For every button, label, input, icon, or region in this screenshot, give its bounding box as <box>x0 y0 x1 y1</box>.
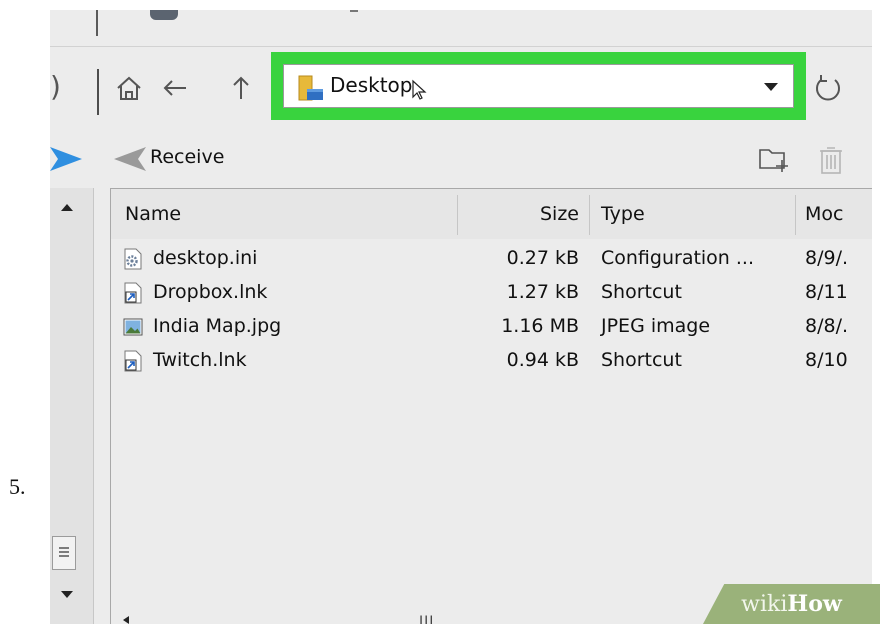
toolbar-separator <box>97 69 99 115</box>
shortcut-icon <box>124 350 142 372</box>
file-name: desktop.ini <box>153 247 258 269</box>
column-name[interactable]: Name <box>125 203 181 225</box>
file-type: Shortcut <box>601 281 682 303</box>
file-size: 0.27 kB <box>506 247 579 269</box>
file-modified: 8/10 <box>805 349 848 371</box>
file-type: JPEG image <box>601 315 711 337</box>
address-value: Desktop <box>330 73 413 97</box>
column-divider[interactable] <box>457 195 458 235</box>
partial-button[interactable]: ) <box>50 73 61 101</box>
file-size: 1.27 kB <box>506 281 579 303</box>
column-modified[interactable]: Moc <box>805 203 843 225</box>
file-size: 0.94 kB <box>506 349 579 371</box>
scrollbar-thumb[interactable] <box>52 536 76 570</box>
home-button[interactable] <box>110 65 148 111</box>
receive-arrow-icon[interactable] <box>112 144 146 174</box>
column-type[interactable]: Type <box>601 203 645 225</box>
address-field[interactable]: Desktop <box>283 64 794 108</box>
folder-tree-panel <box>50 188 94 624</box>
file-type: Configuration ... <box>601 247 755 269</box>
scroll-up-icon[interactable] <box>60 202 74 212</box>
refresh-button[interactable] <box>806 67 850 111</box>
top-strip <box>50 10 872 47</box>
file-type: Shortcut <box>601 349 682 371</box>
home-icon <box>117 76 141 100</box>
receive-button[interactable]: Receive <box>150 146 224 168</box>
up-button[interactable] <box>222 65 260 111</box>
file-name: India Map.jpg <box>153 315 282 337</box>
navigation-toolbar: ) Desktop <box>50 47 872 131</box>
folder-icon <box>298 75 323 101</box>
user-icon[interactable] <box>150 10 178 20</box>
arrow-left-icon <box>163 80 186 96</box>
file-name: Twitch.lnk <box>153 349 247 371</box>
settings-file-icon <box>124 248 142 270</box>
file-modified: 8/8/. <box>805 315 849 337</box>
file-modified: 8/9/. <box>805 247 849 269</box>
scroll-left-icon[interactable] <box>121 615 131 624</box>
image-file-icon <box>123 318 143 336</box>
refresh-icon <box>816 75 840 101</box>
column-divider[interactable] <box>795 195 796 235</box>
send-arrow-icon[interactable] <box>50 144 84 174</box>
file-row-twitch-lnk[interactable]: Twitch.lnk 0.94 kB Shortcut 8/10 <box>111 345 872 379</box>
column-size[interactable]: Size <box>461 203 579 225</box>
new-folder-icon[interactable] <box>756 144 792 174</box>
scroll-down-icon[interactable] <box>60 590 74 600</box>
watermark-wiki: wiki <box>741 591 788 617</box>
action-bar: Receive <box>50 132 872 188</box>
mouse-cursor-icon <box>412 79 427 100</box>
shortcut-icon <box>124 282 142 304</box>
address-bar[interactable]: Desktop <box>271 52 806 120</box>
wikihow-watermark: wiki How <box>703 584 880 624</box>
toolbar-separator <box>96 10 98 36</box>
file-size: 1.16 MB <box>501 315 579 337</box>
grip-icon <box>59 547 69 557</box>
divider <box>350 10 358 12</box>
chevron-down-icon[interactable] <box>763 81 779 93</box>
file-list-panel: Name Size Type Moc desktop.ini 0.27 kB C… <box>110 188 872 624</box>
watermark-how: How <box>787 591 842 617</box>
file-modified: 8/11 <box>805 281 848 303</box>
file-row-desktop-ini[interactable]: desktop.ini 0.27 kB Configuration ... 8/… <box>111 243 872 277</box>
scrollbar-grip[interactable]: III <box>419 615 434 624</box>
file-name: Dropbox.lnk <box>153 281 268 303</box>
arrow-up-icon <box>233 76 249 99</box>
file-row-dropbox-lnk[interactable]: Dropbox.lnk 1.27 kB Shortcut 8/11 <box>111 277 872 311</box>
step-number: 5. <box>9 474 26 499</box>
trash-icon[interactable] <box>816 144 846 176</box>
file-manager-window: ) Desktop Receive Name Size Type Moc des… <box>50 10 872 624</box>
column-header-row: Name Size Type Moc <box>111 189 872 239</box>
back-button[interactable] <box>156 65 194 111</box>
column-divider[interactable] <box>589 195 590 235</box>
file-row-india-map-jpg[interactable]: India Map.jpg 1.16 MB JPEG image 8/8/. <box>111 311 872 345</box>
